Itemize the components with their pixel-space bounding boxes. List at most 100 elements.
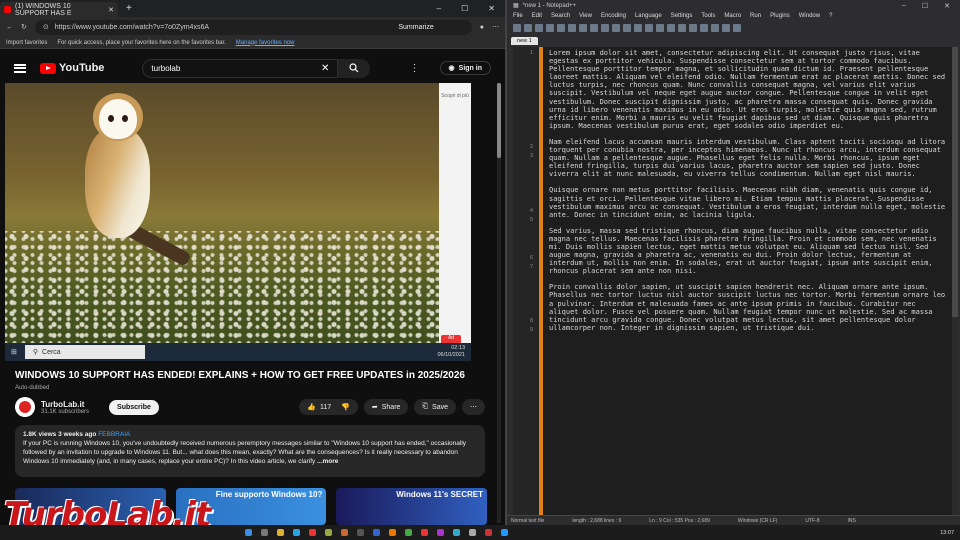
print-icon[interactable] — [568, 24, 576, 32]
page-scrollbar[interactable] — [497, 83, 501, 523]
app-icon-light[interactable] — [469, 529, 476, 536]
save-icon[interactable] — [535, 24, 543, 32]
menu-tools[interactable]: Tools — [701, 13, 715, 19]
system-clock[interactable]: 13:07 — [940, 530, 960, 536]
new-file-icon[interactable] — [513, 24, 521, 32]
notepad-maximize-icon[interactable]: ☐ — [922, 2, 928, 10]
menu-dots-icon[interactable]: ⋯ — [492, 23, 499, 31]
menu-help[interactable]: ? — [829, 13, 832, 19]
manage-favorites-link[interactable]: Manage favorites now — [236, 40, 295, 46]
share-button[interactable]: ➦ Share — [363, 399, 409, 415]
undo-icon[interactable] — [612, 24, 620, 32]
copy-icon[interactable] — [590, 24, 598, 32]
text-content[interactable]: Lorem ipsum dolor sit amet, consectetur … — [543, 47, 953, 515]
macro-record-icon[interactable] — [722, 24, 730, 32]
menu-file[interactable]: File — [513, 13, 523, 19]
app-icon-gray[interactable] — [357, 529, 364, 536]
edge-icon[interactable] — [293, 529, 300, 536]
video-player[interactable]: Scopri di più Ad ⊞ ⚲ Cerca 02:13 06/10/2… — [5, 83, 471, 361]
menu-window[interactable]: Window — [799, 13, 820, 19]
subscribe-button[interactable]: Subscribe — [109, 399, 159, 415]
redo-icon[interactable] — [623, 24, 631, 32]
file-explorer-icon[interactable] — [277, 529, 284, 536]
video-side-ad[interactable]: Scopri di più — [439, 83, 471, 343]
open-file-icon[interactable] — [524, 24, 532, 32]
search-input[interactable]: turbolab ✕ — [142, 58, 339, 78]
menu-edit[interactable]: Edit — [532, 13, 542, 19]
close-file-icon[interactable] — [557, 24, 565, 32]
new-tab-icon[interactable]: + — [126, 3, 132, 14]
address-bar[interactable]: ⊙ https://www.youtube.com/watch?v=7o0Zym… — [34, 19, 472, 35]
start-icon[interactable] — [245, 529, 252, 536]
app-icon-sky[interactable] — [501, 529, 508, 536]
show-all-icon[interactable] — [700, 24, 708, 32]
menu-plugins[interactable]: Plugins — [770, 13, 790, 19]
macro-play-icon[interactable] — [733, 24, 741, 32]
profile-icon[interactable]: ● — [480, 24, 484, 31]
minimize-icon[interactable]: – — [437, 4, 441, 13]
app-icon-orange[interactable] — [341, 529, 348, 536]
paste-icon[interactable] — [601, 24, 609, 32]
save-all-icon[interactable] — [546, 24, 554, 32]
more-actions-button[interactable]: ⋯ — [462, 399, 485, 415]
thumbs-down-icon[interactable]: 👎 — [341, 403, 350, 411]
scrollbar-thumb[interactable] — [497, 83, 501, 158]
menu-settings[interactable]: Settings — [671, 13, 693, 19]
app-icon-crimson[interactable] — [485, 529, 492, 536]
page-info-icon[interactable]: ⊙ — [43, 23, 49, 31]
app-icon-red[interactable] — [309, 529, 316, 536]
youtube-logo[interactable]: YouTube — [40, 62, 104, 74]
notepad-close-icon[interactable]: ✕ — [944, 2, 950, 10]
editor-area[interactable]: 1 2 3 4 5 6 7 8 9 Lorem ipsum dolor sit … — [513, 47, 953, 515]
tab-new-1[interactable]: new 1 — [511, 37, 538, 45]
channel-avatar[interactable] — [15, 397, 35, 417]
menu-view[interactable]: View — [579, 13, 592, 19]
related-video-3[interactable]: Windows 11's SECRET — [336, 488, 488, 525]
summarize-button[interactable]: Summarize — [398, 24, 433, 31]
notepad-minimize-icon[interactable]: – — [902, 2, 906, 10]
channel-name[interactable]: TurboLab.it — [41, 400, 89, 409]
maximize-icon[interactable]: ☐ — [461, 4, 468, 13]
settings-dots-icon[interactable]: ⋮ — [410, 63, 420, 74]
status-eol[interactable]: Windows (CR LF) — [738, 518, 777, 524]
app-icon-teal[interactable] — [453, 529, 460, 536]
notepad-plus-icon[interactable] — [325, 529, 332, 536]
menu-macro[interactable]: Macro — [724, 13, 741, 19]
editor-scrollbar-thumb[interactable] — [952, 47, 958, 317]
wrap-icon[interactable] — [689, 24, 697, 32]
video-description[interactable]: 1.8K views 3 weeks ago FEBBRAIA If your … — [15, 425, 485, 477]
app-icon-green[interactable] — [405, 529, 412, 536]
browser-tab[interactable]: (1) WINDOWS 10 SUPPORT HAS E ✕ — [0, 2, 118, 17]
app-icon-purple[interactable] — [437, 529, 444, 536]
app-icon-amber[interactable] — [389, 529, 396, 536]
sync-scroll-icon[interactable] — [678, 24, 686, 32]
zoom-out-icon[interactable] — [667, 24, 675, 32]
replace-icon[interactable] — [645, 24, 653, 32]
search-button[interactable] — [338, 58, 371, 78]
cut-icon[interactable] — [579, 24, 587, 32]
clear-search-icon[interactable]: ✕ — [321, 63, 329, 74]
status-encoding[interactable]: UTF-8 — [805, 518, 819, 524]
app-icon-blue[interactable] — [373, 529, 380, 536]
back-icon[interactable]: ← — [6, 24, 13, 31]
import-favorites-link[interactable]: Import favorites — [6, 40, 47, 46]
sign-in-button[interactable]: ◉ Sign in — [439, 61, 491, 75]
menu-run[interactable]: Run — [750, 13, 761, 19]
close-window-icon[interactable]: ✕ — [488, 4, 495, 13]
menu-search[interactable]: Search — [551, 13, 570, 19]
save-button[interactable]: ⎗ Save — [414, 399, 456, 415]
search-taskbar-icon[interactable] — [261, 529, 268, 536]
more-link[interactable]: ...more — [317, 458, 338, 465]
refresh-icon[interactable]: ↻ — [21, 23, 27, 31]
indent-guide-icon[interactable] — [711, 24, 719, 32]
app-icon-red-2[interactable] — [421, 529, 428, 536]
menu-language[interactable]: Language — [635, 13, 662, 19]
zoom-in-icon[interactable] — [656, 24, 664, 32]
hamburger-menu-icon[interactable] — [14, 63, 26, 73]
like-button[interactable]: 👍 117 👎 — [299, 399, 358, 415]
find-icon[interactable] — [634, 24, 642, 32]
hashtag[interactable]: FEBBRAIA — [98, 431, 130, 438]
editor-scrollbar[interactable] — [952, 47, 958, 515]
menu-encoding[interactable]: Encoding — [601, 13, 626, 19]
close-tab-icon[interactable]: ✕ — [108, 6, 114, 14]
